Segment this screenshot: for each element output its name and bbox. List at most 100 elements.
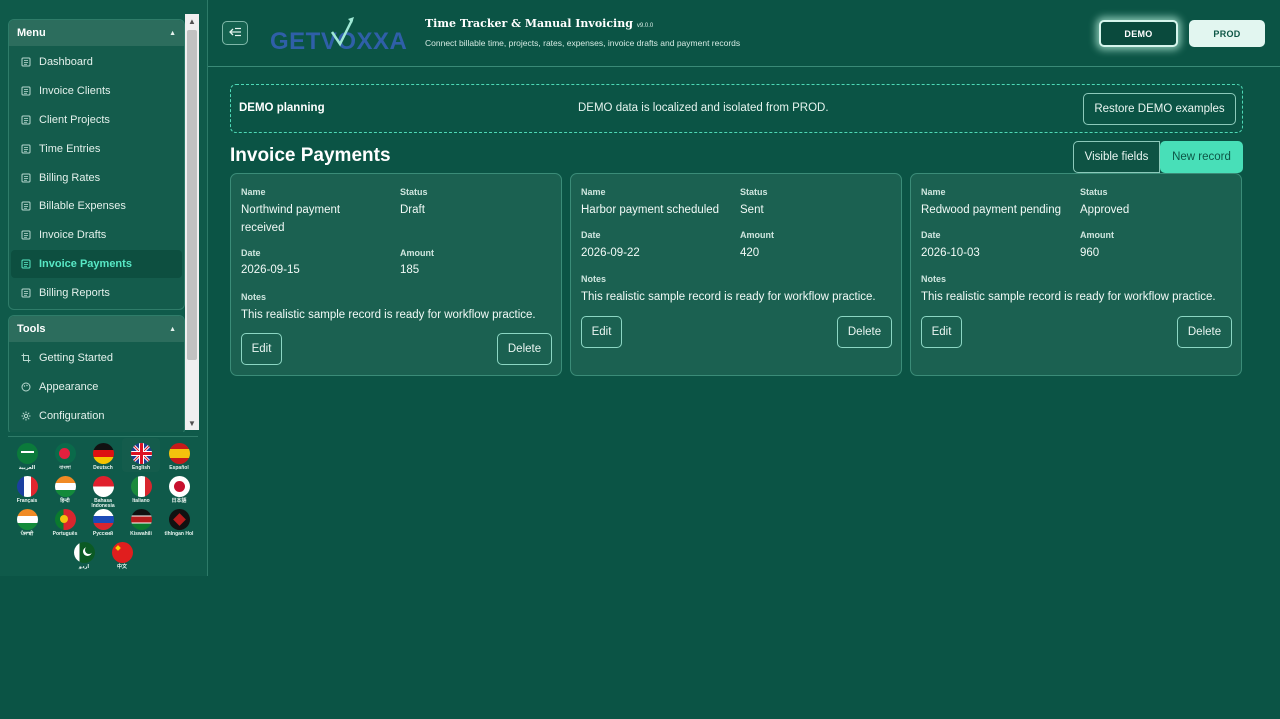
crop-icon xyxy=(20,353,31,364)
flag-icon xyxy=(168,443,190,464)
app-header: GETVOXXA Time Tracker & Manual Invoicing… xyxy=(208,0,1280,67)
record-date: 2026-10-03 xyxy=(921,247,980,259)
sidebar-item-dashboard[interactable]: Dashboard xyxy=(11,48,182,77)
language-japanese[interactable]: 日本語 xyxy=(160,474,198,504)
language-portuguese[interactable]: Português xyxy=(46,507,84,537)
language-chinese[interactable]: 中文 xyxy=(103,540,141,570)
language-english[interactable]: English xyxy=(122,438,160,472)
language-label: tlhIngan Hol xyxy=(164,531,194,537)
demo-environment-button[interactable]: DEMO xyxy=(1099,20,1178,47)
notes-label: Notes xyxy=(241,292,267,302)
record-card: Name Status Harbor payment scheduled Sen… xyxy=(570,173,902,376)
document-icon xyxy=(20,57,31,68)
sidebar-item-getting-started[interactable]: Getting Started xyxy=(11,344,182,373)
sidebar-item-invoice-drafts[interactable]: Invoice Drafts xyxy=(11,221,182,250)
sidebar-item-time-entries[interactable]: Time Entries xyxy=(11,134,182,163)
sidebar-item-invoice-payments[interactable]: Invoice Payments xyxy=(11,249,182,279)
sidebar-item-configuration[interactable]: Configuration xyxy=(11,402,182,431)
record-name-line: received xyxy=(241,222,285,234)
amount-label: Amount xyxy=(740,230,774,240)
sidebar-scrollbar[interactable]: ▲ ▼ xyxy=(185,14,199,430)
language-punjabi[interactable]: ਪੰਜਾਬੀ xyxy=(8,507,46,537)
scrollbar-thumb[interactable] xyxy=(187,30,197,360)
restore-demo-button[interactable]: Restore DEMO examples xyxy=(1083,93,1236,125)
collapse-caret-icon[interactable]: ▲ xyxy=(169,326,176,333)
tools-panel-header[interactable]: Tools ▲ xyxy=(9,316,184,342)
document-icon xyxy=(20,172,31,183)
language-swahili[interactable]: Kiswahili xyxy=(122,507,160,537)
language-klingon[interactable]: tlhIngan Hol xyxy=(160,507,198,537)
prod-environment-button[interactable]: PROD xyxy=(1189,20,1265,47)
sidebar-item-appearance[interactable]: Appearance xyxy=(11,373,182,402)
record-notes: This realistic sample record is ready fo… xyxy=(921,291,1216,303)
scroll-up-arrow-icon[interactable]: ▲ xyxy=(185,14,199,28)
document-icon xyxy=(20,258,31,269)
language-indonesian[interactable]: Bahasa Indonesia xyxy=(84,474,122,509)
menu-panel-title: Menu xyxy=(17,27,46,39)
status-label: Status xyxy=(1080,187,1108,197)
name-label: Name xyxy=(921,187,946,197)
record-amount: 420 xyxy=(740,247,760,259)
language-label: 中文 xyxy=(116,564,127,570)
name-label: Name xyxy=(241,187,266,197)
gear-icon xyxy=(20,410,31,421)
sidebar-item-billing-reports[interactable]: Billing Reports xyxy=(11,278,182,307)
new-record-button[interactable]: New record xyxy=(1160,141,1243,173)
sidebar-item-label: Dashboard xyxy=(39,56,93,69)
sidebar-item-billable-expenses[interactable]: Billable Expenses xyxy=(11,192,182,221)
flag-icon xyxy=(92,476,114,497)
tools-panel-title: Tools xyxy=(17,323,46,335)
language-label: Français xyxy=(16,498,38,504)
edit-button[interactable]: Edit xyxy=(241,333,282,365)
status-label: Status xyxy=(400,187,428,197)
sidebar-item-label: Appearance xyxy=(39,381,99,394)
palette-icon xyxy=(20,382,31,393)
language-label: 日本語 xyxy=(171,498,187,504)
sidebar-item-label: Billable Expenses xyxy=(39,200,126,213)
page-title: Invoice Payments xyxy=(230,145,391,166)
language-hindi[interactable]: हिन्दी xyxy=(46,474,84,504)
record-date: 2026-09-15 xyxy=(241,264,300,276)
collapse-sidebar-icon xyxy=(228,27,242,40)
delete-button[interactable]: Delete xyxy=(1177,316,1232,348)
sidebar-item-label: Invoice Clients xyxy=(39,85,111,98)
language-label: Kiswahili xyxy=(130,531,152,537)
delete-button[interactable]: Delete xyxy=(497,333,552,365)
app-logo[interactable]: GETVOXXA xyxy=(270,14,412,55)
sidebar-item-invoice-clients[interactable]: Invoice Clients xyxy=(11,77,182,106)
language-french[interactable]: Français xyxy=(8,474,46,504)
sidebar-item-label: Client Projects xyxy=(39,113,110,126)
visible-fields-button[interactable]: Visible fields xyxy=(1073,141,1160,173)
language-german[interactable]: Deutsch xyxy=(84,441,122,471)
flag-icon xyxy=(168,509,190,530)
record-status: Approved xyxy=(1080,204,1130,216)
scroll-down-arrow-icon[interactable]: ▼ xyxy=(185,416,199,430)
collapse-caret-icon[interactable]: ▲ xyxy=(169,30,176,37)
sidebar-item-client-projects[interactable]: Client Projects xyxy=(11,106,182,135)
sidebar-item-label: Invoice Drafts xyxy=(39,229,107,242)
language-russian[interactable]: Русский xyxy=(84,507,122,537)
language-italian[interactable]: Italiano xyxy=(122,474,160,504)
menu-panel-header[interactable]: Menu ▲ xyxy=(9,20,184,46)
sidebar-item-billing-rates[interactable]: Billing Rates xyxy=(11,163,182,192)
language-urdu[interactable]: اردو xyxy=(65,540,103,570)
document-icon xyxy=(20,201,31,212)
record-name: Northwind payment received xyxy=(241,201,340,237)
language-spanish[interactable]: Español xyxy=(160,441,198,471)
collapse-sidebar-button[interactable] xyxy=(222,21,248,45)
sidebar-scroll-area: Menu ▲ Dashboard Invoice Clients Client … xyxy=(0,0,208,432)
flag-icon xyxy=(168,476,190,497)
record-card: Name Status Northwind payment received D… xyxy=(230,173,562,376)
language-arabic[interactable]: العربية xyxy=(8,441,46,471)
edit-button[interactable]: Edit xyxy=(921,316,962,348)
divider xyxy=(8,436,198,437)
record-name: Harbor payment scheduled xyxy=(581,204,720,216)
delete-button[interactable]: Delete xyxy=(837,316,892,348)
flag-icon xyxy=(16,509,38,530)
edit-button[interactable]: Edit xyxy=(581,316,622,348)
app-title-text: Time Tracker & Manual Invoicing xyxy=(425,17,633,30)
language-label: Русский xyxy=(92,531,114,537)
language-bengali[interactable]: বাংলা xyxy=(46,441,84,471)
flag-icon xyxy=(54,509,76,530)
record-name-line: Northwind payment xyxy=(241,204,341,216)
